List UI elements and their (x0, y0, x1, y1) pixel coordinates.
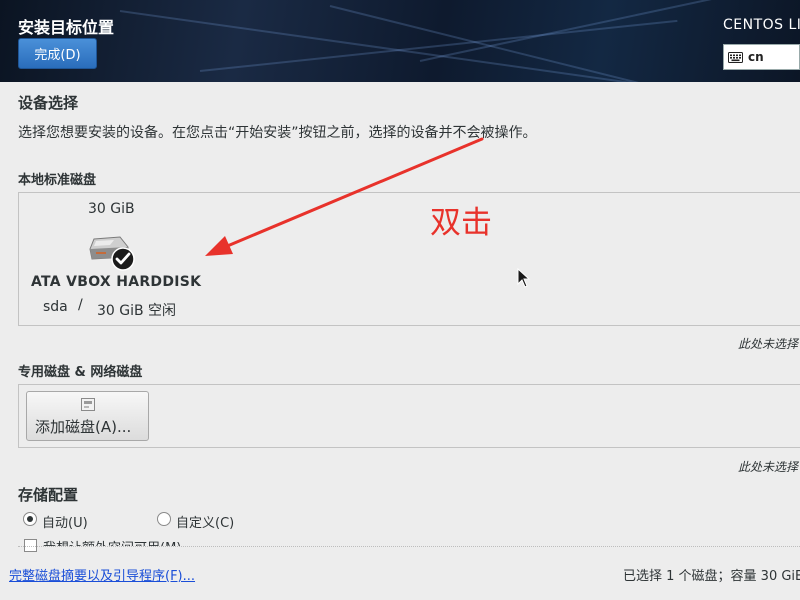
red-arrow-annotation (205, 137, 484, 256)
mouse-pointer-icon (517, 268, 531, 288)
